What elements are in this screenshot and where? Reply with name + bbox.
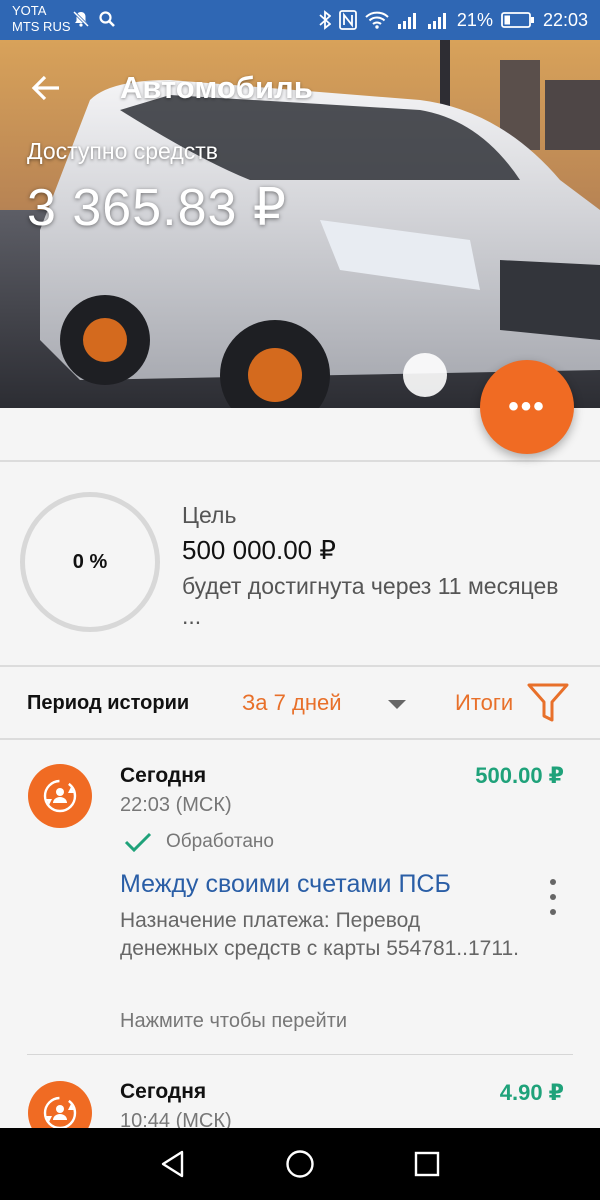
back-button[interactable] — [26, 68, 66, 108]
transaction-date: Сегодня — [120, 1080, 207, 1103]
home-nav-button[interactable] — [280, 1144, 320, 1184]
goal-label: Цель — [182, 502, 237, 528]
transaction-amount: 4.90 ₽ — [499, 1080, 564, 1105]
page-title: Автомобиль — [120, 70, 313, 105]
goal-progress-label: 0 % — [72, 550, 108, 573]
signal-icon — [397, 11, 419, 29]
available-funds-amount: 3 365.83 ₽ — [27, 179, 287, 237]
circle-home-icon — [286, 1150, 314, 1178]
goal-eta-note: будет достигнута через 11 месяцев ... — [182, 573, 559, 629]
arrow-left-icon — [31, 75, 59, 101]
history-period-label: Период истории — [27, 692, 190, 714]
carrier-1: YOTA — [12, 3, 47, 18]
transaction-time: 22:03 (МСК) — [120, 794, 232, 816]
transfer-icon — [28, 764, 92, 828]
checkmark-icon — [124, 832, 152, 853]
totals-button[interactable]: Итоги — [455, 690, 513, 716]
status-bar: YOTA MTS RUS 21% 22:03 — [0, 0, 600, 40]
triangle-back-icon — [162, 1150, 184, 1178]
section-divider — [0, 665, 600, 667]
history-period-dropdown[interactable]: За 7 дней — [242, 690, 342, 716]
notification-icons — [72, 10, 116, 28]
transaction-description: Назначение платежа: Перевод денежных сре… — [120, 909, 519, 960]
transaction-title-link[interactable]: Между своими счетами ПСБ — [120, 870, 451, 899]
chevron-down-icon[interactable] — [388, 700, 406, 709]
wifi-icon — [365, 11, 389, 29]
back-nav-button[interactable] — [153, 1144, 193, 1184]
system-navigation-bar — [0, 1128, 600, 1200]
goal-amount: 500 000.00 ₽ — [182, 535, 336, 565]
mute-bell-icon — [72, 10, 90, 28]
transaction-status: Обработано — [124, 831, 274, 853]
section-divider — [0, 460, 600, 462]
battery-percent: 21% — [456, 9, 493, 30]
transaction-open-hint[interactable]: Нажмите чтобы перейти — [120, 1010, 347, 1033]
carrier-info: YOTA MTS RUS — [12, 3, 71, 35]
nfc-icon — [339, 10, 357, 30]
goal-progress-ring: 0 % — [20, 492, 160, 632]
battery-icon — [501, 11, 535, 29]
bluetooth-icon — [319, 10, 331, 30]
search-icon — [98, 10, 116, 28]
system-indicators: 21% 22:03 — [319, 0, 588, 40]
more-vertical-icon[interactable] — [543, 879, 563, 915]
signal-icon — [427, 11, 449, 29]
account-hero-banner: Автомобиль Доступно средств 3 365.83 ₽ — [0, 40, 600, 408]
recents-nav-button[interactable] — [407, 1144, 447, 1184]
square-recents-icon — [414, 1151, 439, 1177]
carrier-2: MTS RUS — [12, 19, 71, 34]
available-funds-label: Доступно средств — [27, 138, 219, 164]
list-divider — [27, 1054, 573, 1055]
more-actions-button[interactable]: ••• — [480, 360, 574, 454]
filter-icon[interactable] — [526, 682, 570, 729]
section-divider — [0, 738, 600, 740]
more-horizontal-icon: ••• — [508, 390, 546, 423]
transaction-amount: 500.00 ₽ — [475, 763, 564, 788]
clock: 22:03 — [542, 9, 588, 30]
transaction-status-label: Обработано — [166, 831, 274, 852]
transaction-date: Сегодня — [120, 764, 207, 787]
